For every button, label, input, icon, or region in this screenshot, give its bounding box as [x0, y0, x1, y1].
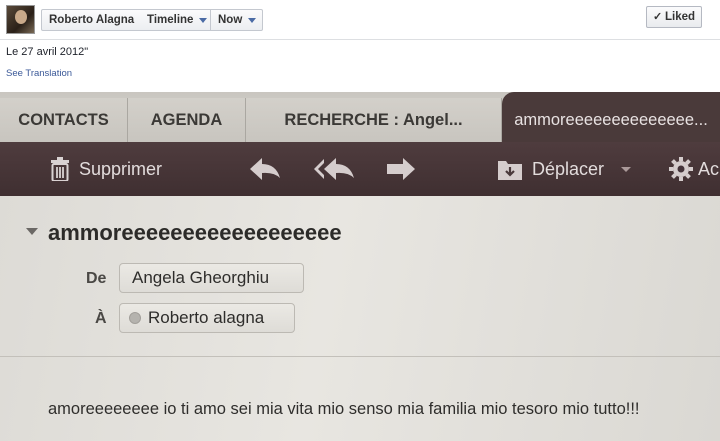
message-subject: ammoreeeeeeeeeeeeeeeeee [48, 220, 342, 245]
mail-toolbar: Supprimer Déplacer Ac [0, 142, 720, 196]
timeline-header-bar: Roberto Alagna Timeline Now ✓ Liked [0, 0, 720, 40]
tab-active-message: ammoreeeeeeeeeeeeee... [502, 92, 720, 142]
to-address-text: Roberto alagna [148, 308, 265, 327]
collapse-triangle-icon [26, 228, 38, 235]
chevron-down-icon [248, 18, 257, 23]
actions-label: Ac [698, 159, 720, 179]
to-label: À [95, 310, 107, 327]
from-address-chip: Angela Gheorghiu [119, 263, 304, 293]
profile-name-button[interactable]: Roberto Alagna [41, 9, 143, 31]
checkmark-icon: ✓ [653, 11, 663, 23]
tab-contacts: CONTACTS [0, 98, 128, 142]
chevron-down-icon [621, 167, 631, 172]
see-translation-link[interactable]: See Translation [6, 68, 72, 79]
tab-agenda: AGENDA [128, 98, 246, 142]
now-dropdown[interactable]: Now [210, 9, 264, 31]
post-photo[interactable]: CONTACTS AGENDA RECHERCHE : Angel... amm… [0, 92, 720, 441]
message-body: amoreeeeeeee io ti amo sei mia vita mio … [48, 400, 640, 418]
tab-search: RECHERCHE : Angel... [246, 98, 502, 142]
move-label: Déplacer [532, 159, 605, 179]
delete-label: Supprimer [79, 159, 163, 179]
from-label: De [86, 270, 107, 287]
forward-button [385, 142, 417, 196]
trash-icon [51, 157, 69, 181]
liked-button[interactable]: ✓ Liked [646, 6, 702, 28]
header-divider [0, 356, 720, 357]
move-to-folder-icon [498, 161, 522, 180]
reply-all-button [312, 142, 356, 196]
presence-dot-icon [129, 312, 141, 324]
reply-button [248, 142, 282, 196]
to-address-chip: Roberto alagna [119, 303, 295, 333]
liked-label: Liked [665, 11, 696, 23]
gear-icon [669, 157, 693, 181]
profile-avatar[interactable] [6, 5, 35, 34]
timeline-dropdown[interactable]: Timeline [140, 9, 215, 31]
mail-tab-bar: CONTACTS AGENDA RECHERCHE : Angel... amm… [0, 92, 720, 142]
forward-icon [387, 158, 415, 180]
now-dropdown-label: Now [218, 14, 243, 26]
reply-icon [250, 158, 280, 180]
message-view: ammoreeeeeeeeeeeeeeeeee De Angela Gheorg… [0, 196, 720, 441]
chevron-down-icon [199, 18, 208, 23]
reply-all-icon [314, 158, 354, 180]
post-text: Le 27 avril 2012" [6, 46, 89, 58]
timeline-dropdown-label: Timeline [147, 14, 194, 26]
